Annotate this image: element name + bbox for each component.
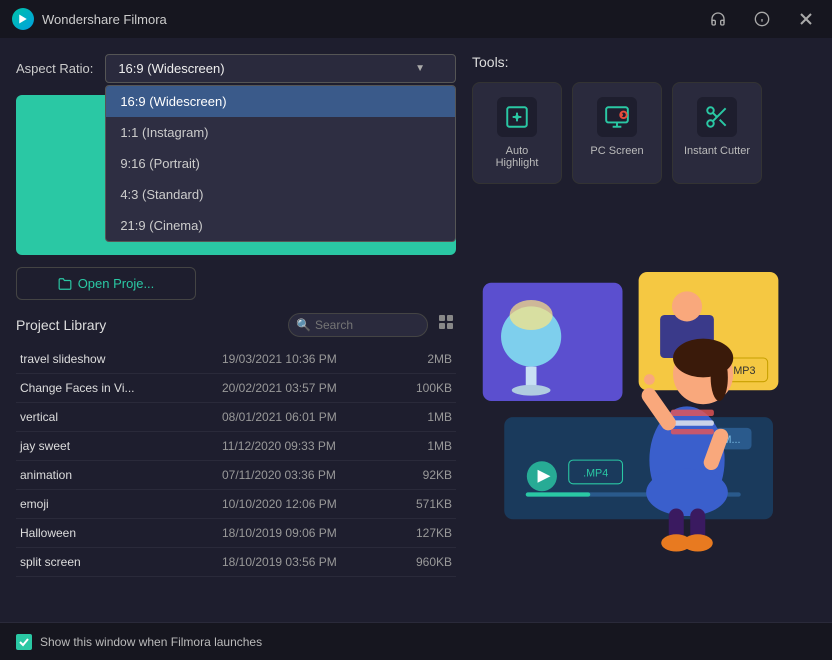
aspect-option-5[interactable]: 21:9 (Cinema) xyxy=(106,210,455,241)
table-row[interactable]: travel slideshow 19/03/2021 10:36 PM 2MB xyxy=(16,345,456,374)
project-size: 2MB xyxy=(382,352,452,366)
tool-instant-cutter-label: Instant Cutter xyxy=(684,145,750,157)
table-row[interactable]: jay sweet 11/12/2020 09:33 PM 1MB xyxy=(16,432,456,461)
project-size: 92KB xyxy=(382,468,452,482)
library-header: Project Library 🔍 xyxy=(16,312,456,337)
library-controls: 🔍 xyxy=(288,312,456,337)
grid-view-button[interactable] xyxy=(436,312,456,337)
bottombar: Show this window when Filmora launches xyxy=(0,622,832,660)
project-size: 960KB xyxy=(382,555,452,569)
left-panel: Aspect Ratio: 16:9 (Widescreen) ▼ 16:9 (… xyxy=(16,54,456,606)
project-name: Change Faces in Vi... xyxy=(20,381,222,395)
titlebar-actions xyxy=(704,5,820,33)
tools-row: Auto Highlight PC Screen xyxy=(472,82,816,184)
app-logo xyxy=(12,8,34,30)
aspect-option-3[interactable]: 9:16 (Portrait) xyxy=(106,148,455,179)
tool-pc-screen-label: PC Screen xyxy=(590,145,643,157)
library-title: Project Library xyxy=(16,317,106,333)
open-project-label: Open Proje... xyxy=(78,276,155,291)
project-date: 11/12/2020 09:33 PM xyxy=(222,439,382,453)
project-date: 20/02/2021 03:57 PM xyxy=(222,381,382,395)
project-date: 10/10/2020 12:06 PM xyxy=(222,497,382,511)
aspect-select-button[interactable]: 16:9 (Widescreen) ▼ xyxy=(105,54,456,83)
project-name: Halloween xyxy=(20,526,222,540)
svg-text:.MP3: .MP3 xyxy=(730,365,755,377)
right-panel: Tools: Auto Highlight xyxy=(472,54,816,606)
show-window-checkbox-wrap[interactable]: Show this window when Filmora launches xyxy=(16,634,262,650)
illustration-area: .MP4 .MP3 .M... xyxy=(472,196,816,606)
aspect-option-2[interactable]: 1:1 (Instagram) xyxy=(106,117,455,148)
search-wrap: 🔍 xyxy=(288,313,428,337)
aspect-option-4[interactable]: 4:3 (Standard) xyxy=(106,179,455,210)
table-row[interactable]: Halloween 18/10/2019 09:06 PM 127KB xyxy=(16,519,456,548)
aspect-option-1[interactable]: 16:9 (Widescreen) xyxy=(106,86,455,117)
project-size: 100KB xyxy=(382,381,452,395)
tool-auto-highlight-label: Auto Highlight xyxy=(483,145,551,169)
app-title: Wondershare Filmora xyxy=(42,12,704,27)
project-name: jay sweet xyxy=(20,439,222,453)
project-date: 18/10/2019 03:56 PM xyxy=(222,555,382,569)
aspect-dropdown[interactable]: 16:9 (Widescreen) ▼ 16:9 (Widescreen) 1:… xyxy=(105,54,456,83)
pc-screen-icon xyxy=(597,97,637,137)
headset-button[interactable] xyxy=(704,5,732,33)
info-button[interactable] xyxy=(748,5,776,33)
project-library-section: Project Library 🔍 xyxy=(16,312,456,606)
aspect-selected-value: 16:9 (Widescreen) xyxy=(118,61,224,76)
project-name: animation xyxy=(20,468,222,482)
project-name: emoji xyxy=(20,497,222,511)
table-row[interactable]: animation 07/11/2020 03:36 PM 92KB xyxy=(16,461,456,490)
project-date: 07/11/2020 03:36 PM xyxy=(222,468,382,482)
svg-text:.MP4: .MP4 xyxy=(583,467,608,479)
aspect-dropdown-menu: 16:9 (Widescreen) 1:1 (Instagram) 9:16 (… xyxy=(105,85,456,242)
table-row[interactable]: emoji 10/10/2020 12:06 PM 571KB xyxy=(16,490,456,519)
titlebar: Wondershare Filmora xyxy=(0,0,832,38)
table-row[interactable]: Change Faces in Vi... 20/02/2021 03:57 P… xyxy=(16,374,456,403)
show-window-label: Show this window when Filmora launches xyxy=(40,635,262,649)
table-row[interactable]: split screen 18/10/2019 03:56 PM 960KB xyxy=(16,548,456,577)
tool-pc-screen[interactable]: PC Screen xyxy=(572,82,662,184)
project-date: 19/03/2021 10:36 PM xyxy=(222,352,382,366)
main-content: Aspect Ratio: 16:9 (Widescreen) ▼ 16:9 (… xyxy=(0,38,832,622)
search-input[interactable] xyxy=(288,313,428,337)
project-size: 1MB xyxy=(382,439,452,453)
tool-auto-highlight[interactable]: Auto Highlight xyxy=(472,82,562,184)
illustration-svg: .MP4 .MP3 .M... xyxy=(472,196,816,606)
project-table: travel slideshow 19/03/2021 10:36 PM 2MB… xyxy=(16,345,456,606)
project-name: split screen xyxy=(20,555,222,569)
aspect-ratio-label: Aspect Ratio: xyxy=(16,61,93,76)
project-size: 571KB xyxy=(382,497,452,511)
tools-label: Tools: xyxy=(472,54,816,70)
project-date: 18/10/2019 09:06 PM xyxy=(222,526,382,540)
table-row[interactable]: vertical 08/01/2021 06:01 PM 1MB xyxy=(16,403,456,432)
aspect-ratio-row: Aspect Ratio: 16:9 (Widescreen) ▼ 16:9 (… xyxy=(16,54,456,83)
project-size: 1MB xyxy=(382,410,452,424)
auto-highlight-icon xyxy=(497,97,537,137)
show-window-checkbox[interactable] xyxy=(16,634,32,650)
chevron-down-icon: ▼ xyxy=(415,63,425,74)
project-name: vertical xyxy=(20,410,222,424)
project-date: 08/01/2021 06:01 PM xyxy=(222,410,382,424)
instant-cutter-icon xyxy=(697,97,737,137)
project-size: 127KB xyxy=(382,526,452,540)
close-button[interactable] xyxy=(792,5,820,33)
open-project-button[interactable]: Open Proje... xyxy=(16,267,196,300)
project-name: travel slideshow xyxy=(20,352,222,366)
tool-instant-cutter[interactable]: Instant Cutter xyxy=(672,82,762,184)
